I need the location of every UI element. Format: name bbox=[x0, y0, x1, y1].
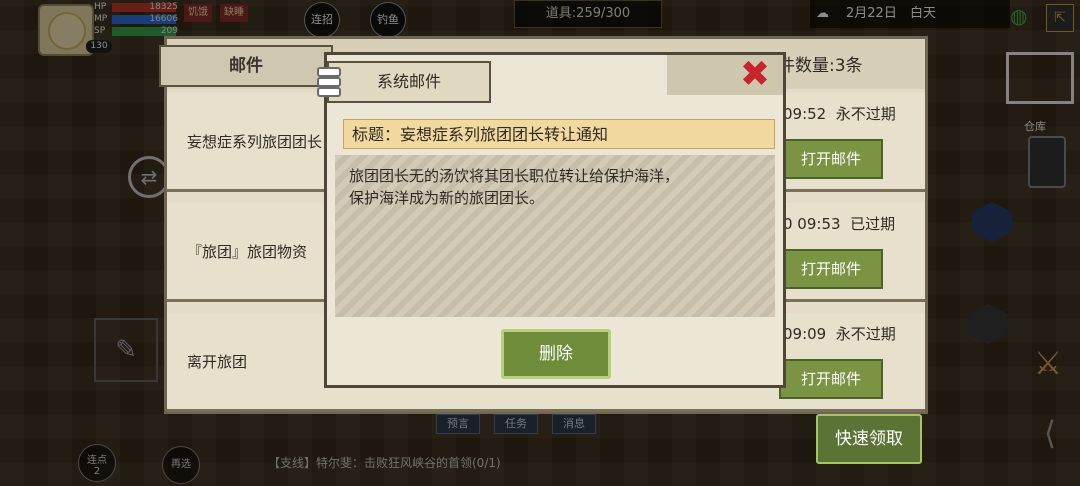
mail-time: 0 09:53 已过期 bbox=[783, 215, 896, 233]
body-line: 保护海洋成为新的旅团团长。 bbox=[349, 189, 545, 207]
open-mail-button[interactable]: 打开邮件 bbox=[779, 359, 883, 399]
mail-title: 『旅团』旅团物资 bbox=[187, 243, 308, 261]
close-icon[interactable]: ✖ bbox=[737, 57, 773, 93]
system-mail-dialog: 系统邮件 ✖ 标题：妄想症系列旅团团长转让通知 旅团团长无的汤饮将其团长职位转让… bbox=[317, 52, 786, 388]
mail-body: 旅团团长无的汤饮将其团长职位转让给保护海洋， 保护海洋成为新的旅团团长。 bbox=[335, 155, 775, 317]
mail-body-text: 旅团团长无的汤饮将其团长职位转让给保护海洋， 保护海洋成为新的旅团团长。 bbox=[349, 165, 759, 209]
spiral-ring bbox=[317, 87, 341, 97]
mail-time: 09:52 永不过期 bbox=[783, 105, 896, 123]
quick-claim-button[interactable]: 快速领取 bbox=[816, 414, 922, 464]
open-mail-button[interactable]: 打开邮件 bbox=[779, 249, 883, 289]
system-mail-tab: 系统邮件 bbox=[327, 61, 491, 103]
spiral-ring bbox=[317, 77, 341, 87]
mail-subject: 标题：妄想症系列旅团团长转让通知 bbox=[343, 119, 775, 149]
open-mail-button[interactable]: 打开邮件 bbox=[779, 139, 883, 179]
mail-title: 妄想症系列旅团团长 bbox=[187, 133, 323, 151]
mail-tab[interactable]: 邮件 bbox=[159, 45, 333, 87]
mail-time: 09:09 永不过期 bbox=[783, 325, 896, 343]
body-line: 旅团团长无的汤饮将其团长职位转让给保护海洋， bbox=[349, 167, 680, 185]
spiral-ring bbox=[317, 67, 341, 77]
delete-button[interactable]: 删除 bbox=[501, 329, 611, 379]
mail-title: 离开旅团 bbox=[187, 353, 248, 371]
